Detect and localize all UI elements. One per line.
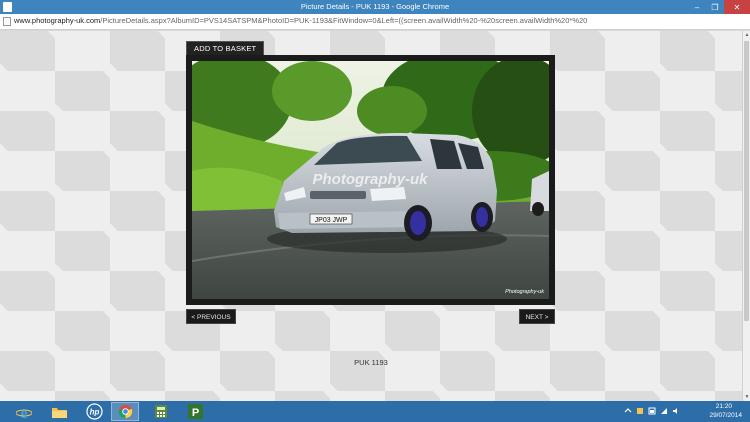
chrome-icon[interactable] bbox=[111, 402, 139, 421]
window-controls: – ❐ ✕ bbox=[688, 0, 750, 14]
folder-icon[interactable] bbox=[45, 402, 73, 421]
close-button[interactable]: ✕ bbox=[724, 0, 750, 14]
system-tray: 21:20 29/07/2014 bbox=[620, 401, 750, 422]
network-icon[interactable] bbox=[660, 407, 668, 415]
vertical-scrollbar[interactable]: ▲ ▼ bbox=[742, 31, 750, 401]
photo-caption: PUK 1193 bbox=[354, 358, 388, 367]
internet-explorer-icon[interactable]: e bbox=[10, 402, 38, 421]
watermark-text: Photography-uk bbox=[313, 171, 429, 188]
taskbar: e hp P 21:20 29/07/2014 bbox=[0, 401, 750, 422]
document-icon bbox=[3, 17, 11, 26]
flag-icon[interactable] bbox=[636, 407, 644, 415]
project-icon[interactable]: P bbox=[181, 402, 209, 421]
chevron-up-icon[interactable] bbox=[624, 407, 632, 415]
plate-text: JP03 JWP bbox=[315, 217, 348, 224]
url-path: /PictureDetails.aspx?AlbumID=PVS14SATSPM… bbox=[100, 16, 588, 25]
scroll-up-icon[interactable]: ▲ bbox=[744, 32, 750, 38]
photo-frame: JP03 JWP Photography-uk Photography-uk bbox=[186, 55, 555, 305]
svg-text:P: P bbox=[191, 407, 198, 419]
clock-time[interactable]: 21:20 bbox=[716, 403, 732, 410]
url-field[interactable]: www.photography-uk.com/PictureDetails.as… bbox=[14, 16, 748, 25]
clock-date[interactable]: 29/07/2014 bbox=[709, 412, 742, 419]
scroll-thumb[interactable] bbox=[744, 41, 749, 321]
minimize-button[interactable]: – bbox=[688, 0, 706, 14]
address-bar[interactable]: www.photography-uk.com/PictureDetails.as… bbox=[0, 14, 750, 30]
svg-text:hp: hp bbox=[89, 408, 99, 417]
svg-text:e: e bbox=[20, 405, 27, 420]
car-photo: JP03 JWP Photography-uk Photography-uk bbox=[192, 61, 549, 299]
url-host: www.photography-uk.com bbox=[14, 16, 101, 25]
window-titlebar: Picture Details - PUK 1193 - Google Chro… bbox=[0, 0, 750, 14]
battery-icon[interactable] bbox=[648, 407, 656, 415]
scroll-down-icon[interactable]: ▼ bbox=[744, 394, 750, 400]
corner-watermark: Photography-uk bbox=[505, 289, 544, 295]
window-title: Picture Details - PUK 1193 - Google Chro… bbox=[300, 2, 450, 11]
add-to-basket-button[interactable]: ADD TO BASKET bbox=[186, 41, 265, 55]
maximize-button[interactable]: ❐ bbox=[706, 0, 724, 14]
next-button[interactable]: NEXT > bbox=[519, 309, 555, 324]
previous-button[interactable]: < PREVIOUS bbox=[186, 309, 236, 324]
hp-icon[interactable]: hp bbox=[80, 402, 108, 421]
volume-icon[interactable] bbox=[672, 407, 680, 415]
calculator-icon[interactable] bbox=[147, 402, 175, 421]
